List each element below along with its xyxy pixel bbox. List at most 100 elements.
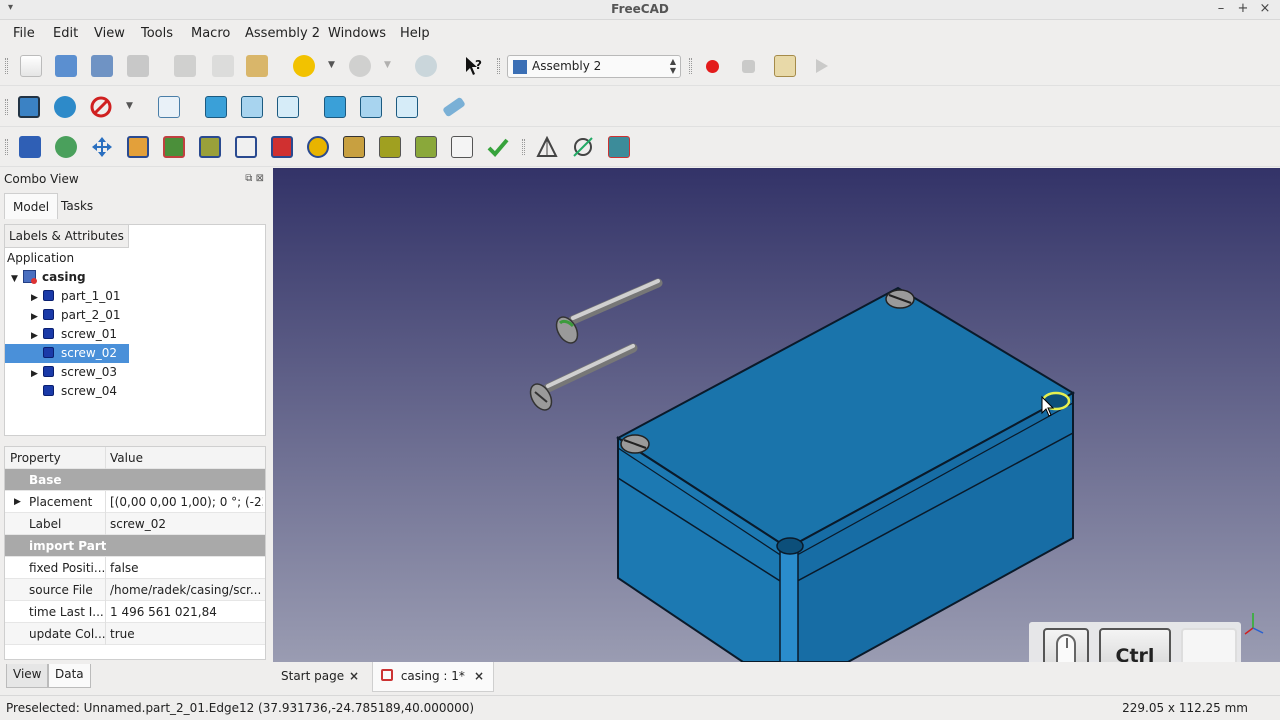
close-tab-icon[interactable]: × [349, 662, 359, 690]
edit-part-icon[interactable] [163, 136, 185, 158]
draw-style-dropdown-icon[interactable]: ▼ [126, 101, 133, 111]
record-macro-icon[interactable] [706, 60, 719, 73]
print-icon[interactable] [127, 55, 149, 77]
stop-macro-icon[interactable] [742, 60, 755, 73]
collapsed-arrow-icon[interactable]: ▶ [31, 365, 43, 384]
check-assembly-icon[interactable] [487, 136, 509, 158]
toolbar-grip[interactable] [522, 139, 525, 155]
front-view-icon[interactable] [205, 96, 227, 118]
tab-view[interactable]: View [6, 664, 49, 688]
workbench-icon [513, 60, 527, 74]
menu-help[interactable]: Help [400, 26, 430, 41]
menu-macro[interactable]: Macro [191, 26, 230, 41]
triangle-tool-icon[interactable] [536, 135, 558, 158]
undo-icon[interactable] [293, 55, 315, 77]
macros-icon[interactable] [774, 55, 796, 77]
redo-dropdown-icon[interactable]: ▼ [384, 60, 391, 70]
tab-model[interactable]: Model [4, 193, 59, 219]
toolbar-grip[interactable] [497, 58, 500, 74]
tab-tasks[interactable]: Tasks [53, 193, 101, 219]
solve-constraints-icon[interactable] [307, 136, 329, 158]
close-button[interactable]: × [1256, 1, 1274, 16]
status-bar: Preselected: Unnamed.part_2_01.Edge12 (3… [0, 695, 1280, 720]
tree-item-part-1-01[interactable]: ▶ part_1_01 [31, 287, 121, 306]
menu-view[interactable]: View [94, 26, 125, 41]
draw-style-icon[interactable] [90, 96, 112, 118]
circle-tool-icon[interactable] [572, 136, 594, 158]
degrees-of-freedom-icon[interactable] [343, 136, 365, 158]
left-view-icon[interactable] [396, 96, 418, 118]
rear-view-icon[interactable] [324, 96, 346, 118]
property-group-import-part[interactable]: import Part [5, 535, 265, 557]
menu-windows[interactable]: Windows [328, 26, 386, 41]
menu-file[interactable]: File [13, 26, 35, 41]
execute-macro-icon[interactable] [811, 55, 833, 77]
parts-list-icon[interactable] [451, 136, 473, 158]
tree-item-screw-01[interactable]: ▶ screw_01 [31, 325, 117, 344]
measure-distance-icon[interactable] [442, 96, 466, 118]
mux-export-icon[interactable] [415, 136, 437, 158]
tree-item-part-2-01[interactable]: ▶ part_2_01 [31, 306, 121, 325]
toolbar-grip[interactable] [5, 139, 8, 155]
close-tab-icon[interactable]: × [474, 662, 484, 690]
cut-icon[interactable] [174, 55, 196, 77]
circular-edge-constraint-icon[interactable] [271, 136, 293, 158]
copy-icon[interactable] [212, 55, 234, 77]
tree-root-application[interactable]: Application [7, 249, 74, 268]
right-view-icon[interactable] [277, 96, 299, 118]
preselection-status: Preselected: Unnamed.part_2_01.Edge12 (3… [6, 701, 475, 715]
paste-icon[interactable] [246, 55, 268, 77]
minimize-button[interactable]: – [1212, 1, 1230, 16]
document-icon [23, 270, 37, 284]
refresh-icon[interactable] [415, 55, 437, 77]
plane-constraint-icon[interactable] [199, 136, 221, 158]
toolbar-grip[interactable] [5, 58, 8, 74]
part-cube-icon [43, 385, 54, 396]
redo-icon[interactable] [349, 55, 371, 77]
tree-item-casing[interactable]: ▼ casing [11, 268, 86, 287]
menu-assembly2[interactable]: Assembly 2 [245, 26, 320, 41]
property-row-placement[interactable]: ▶ Placement [(0,00 0,00 1,00); 0 °; (-23… [5, 491, 265, 513]
undo-dropdown-icon[interactable]: ▼ [328, 60, 335, 70]
axial-constraint-icon[interactable] [235, 136, 257, 158]
bottom-view-icon[interactable] [360, 96, 382, 118]
panel-float-close-icons[interactable]: ⧉ ⊠ [245, 173, 264, 184]
tab-casing[interactable]: casing : 1* × [372, 662, 494, 692]
property-header-row: Property Value [5, 447, 265, 469]
move-part-icon[interactable] [91, 136, 113, 158]
tab-start-page[interactable]: Start page × [273, 662, 369, 692]
workbench-select[interactable]: Assembly 2 ▲ ▼ [507, 55, 681, 78]
tree-item-screw-03[interactable]: ▶ screw_03 [31, 363, 117, 382]
menu-tools[interactable]: Tools [141, 26, 173, 41]
tree-item-screw-04[interactable]: screw_04 [43, 382, 117, 401]
open-folder-icon[interactable] [55, 55, 77, 77]
property-row-label[interactable]: Label screw_02 [5, 513, 265, 535]
3d-viewport[interactable] [273, 168, 1280, 662]
animate-icon[interactable] [608, 136, 630, 158]
whats-this-icon[interactable]: ? [463, 55, 485, 77]
property-group-base[interactable]: Base [5, 469, 265, 491]
property-row-time-last-import[interactable]: time Last I... 1 496 561 021,84 [5, 601, 265, 623]
fit-all-icon[interactable] [18, 96, 40, 118]
dimension-status: 229.05 x 112.25 mm [1122, 701, 1248, 715]
expanded-arrow-icon[interactable]: ▼ [11, 270, 23, 289]
menu-edit[interactable]: Edit [53, 26, 78, 41]
maximize-button[interactable]: + [1234, 1, 1252, 16]
save-icon[interactable] [91, 55, 113, 77]
import-part-icon[interactable] [19, 136, 41, 158]
tree-header[interactable]: Labels & Attributes [5, 225, 129, 248]
toolbar-grip[interactable] [5, 99, 8, 115]
top-view-icon[interactable] [241, 96, 263, 118]
property-row-update-color[interactable]: update Col... true [5, 623, 265, 645]
new-document-icon[interactable] [20, 55, 42, 77]
update-parts-icon[interactable] [55, 136, 77, 158]
fit-selection-icon[interactable] [54, 96, 76, 118]
tree-item-screw-02[interactable]: screw_02 [5, 344, 129, 363]
isometric-view-icon[interactable] [158, 96, 180, 118]
duplicate-part-icon[interactable] [127, 136, 149, 158]
tab-data[interactable]: Data [48, 664, 91, 688]
property-row-fixed-position[interactable]: fixed Positi... false [5, 557, 265, 579]
mux-icon[interactable] [379, 136, 401, 158]
property-row-source-file[interactable]: source File /home/radek/casing/scr... [5, 579, 265, 601]
toolbar-grip[interactable] [689, 58, 692, 74]
